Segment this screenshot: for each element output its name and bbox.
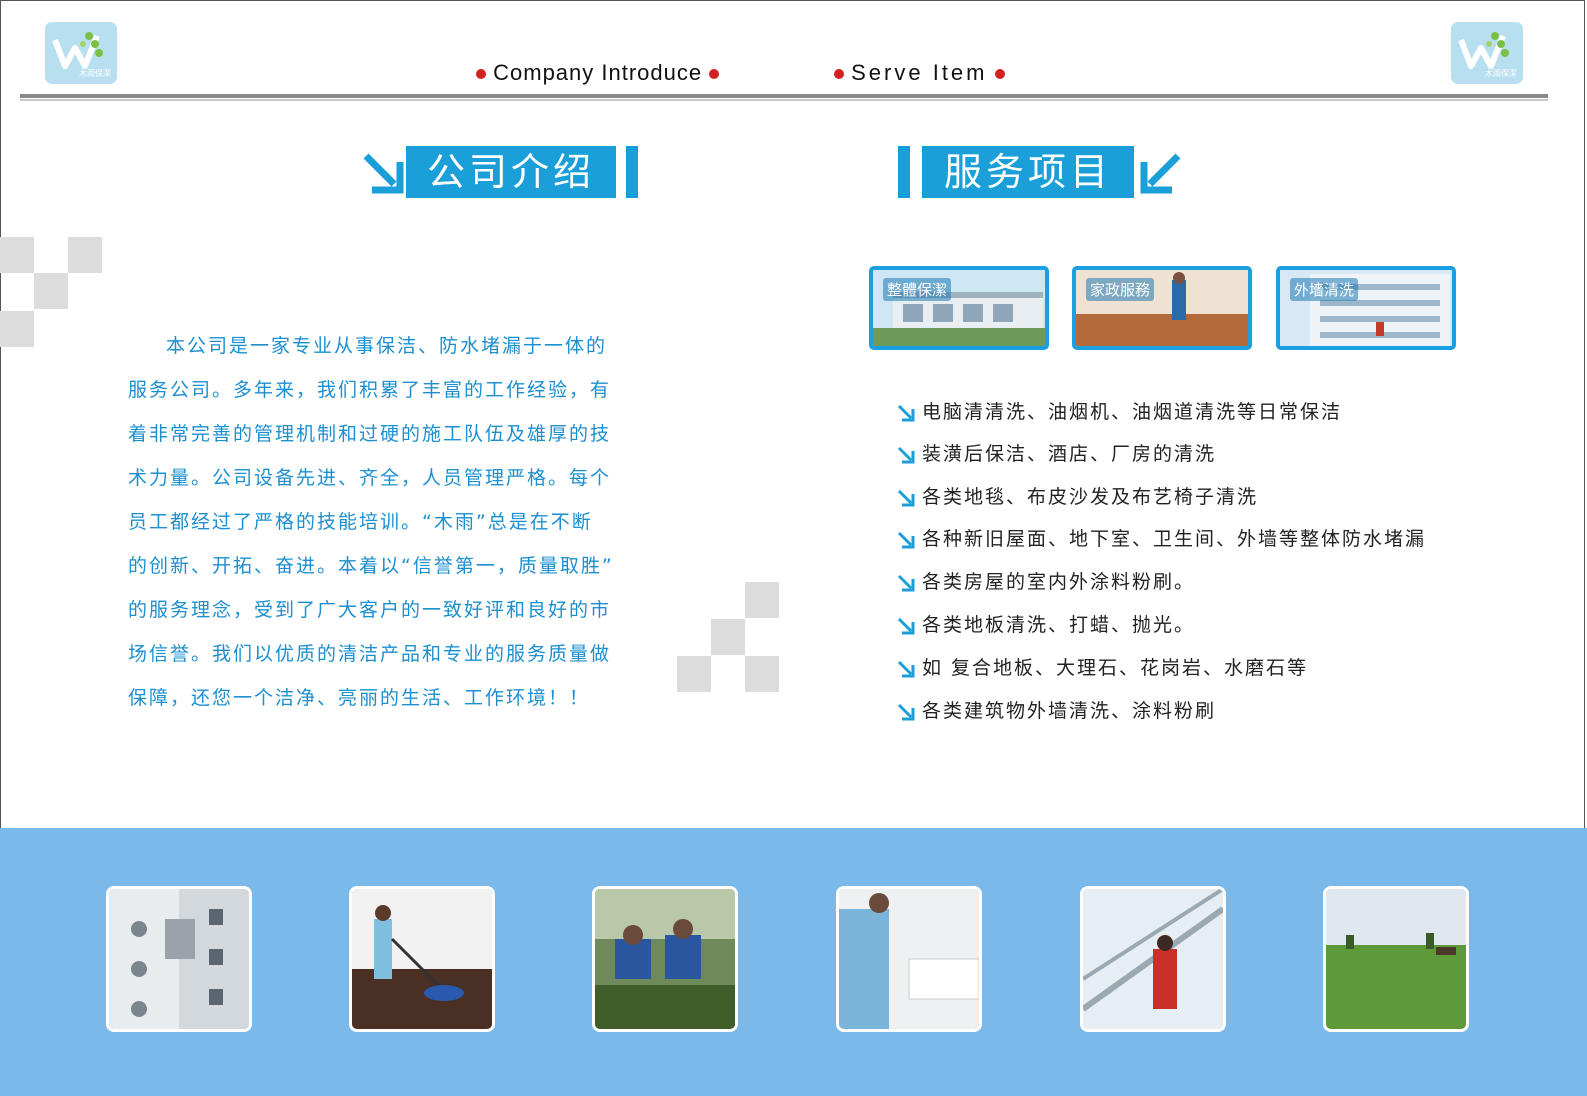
bullet-dot-icon bbox=[994, 69, 1005, 80]
intro-line: 着非常完善的管理机制和过硬的施工队伍及雄厚的技 bbox=[128, 423, 612, 445]
logo-text: 木雨保潔 bbox=[79, 69, 111, 78]
photo-lawn bbox=[1323, 886, 1469, 1032]
service-item-label: 如 复合地板、大理石、花岗岩、水磨石等 bbox=[922, 657, 1309, 679]
intro-line: 的服务理念，受到了广大客户的一致好评和良好的市 bbox=[128, 599, 612, 621]
decor-square bbox=[745, 656, 779, 692]
intro-line: 员工都经过了严格的技能培训。“木雨”总是在不断 bbox=[128, 511, 593, 533]
service-item-label: 各类房屋的室内外涂料粉刷。 bbox=[922, 571, 1196, 593]
decor-square bbox=[677, 656, 711, 692]
decor-square bbox=[745, 582, 779, 618]
service-item: 如 复合地板、大理石、花岗岩、水磨石等 bbox=[896, 653, 1308, 680]
decor-square bbox=[68, 237, 102, 273]
heading-bar bbox=[898, 146, 910, 198]
heading-services: 服务项目 bbox=[922, 146, 1134, 198]
arrow-down-right-icon bbox=[897, 404, 915, 421]
arrow-down-right-icon bbox=[897, 489, 915, 506]
header-divider-shadow bbox=[20, 99, 1548, 101]
service-item-label: 各类建筑物外墙清洗、涂料粉刷 bbox=[922, 700, 1217, 722]
nav-label: Serve Item bbox=[851, 60, 988, 85]
photo-interior-cleaning bbox=[836, 886, 982, 1032]
heading-bar bbox=[626, 146, 638, 198]
service-item-label: 装潢后保洁、酒店、厂房的清洗 bbox=[922, 443, 1217, 465]
decor-square bbox=[711, 619, 745, 655]
photo-building-exterior bbox=[106, 886, 252, 1032]
arrow-down-right-icon bbox=[897, 531, 915, 548]
service-item-label: 电脑清清洗、油烟机、油烟道清洗等日常保洁 bbox=[922, 401, 1343, 423]
service-item: 各类房屋的室内外涂料粉刷。 bbox=[896, 567, 1195, 594]
arrow-down-left-icon bbox=[1140, 153, 1181, 194]
bullet-dot-icon bbox=[476, 69, 486, 80]
arrow-down-right-icon bbox=[363, 153, 404, 194]
nav-serve-item[interactable]: Serve Item bbox=[834, 60, 1005, 86]
arrow-down-right-icon bbox=[897, 703, 915, 720]
intro-line: 保障，还您一个洁净、亮丽的生活、工作环境！！ bbox=[128, 687, 591, 709]
service-item: 各类建筑物外墙清洗、涂料粉刷 bbox=[896, 696, 1216, 723]
service-thumb-housekeeping[interactable]: 家政服務 bbox=[1072, 266, 1252, 350]
photo-stair-cleaning bbox=[1080, 886, 1226, 1032]
service-item: 各种新旧屋面、地下室、卫生间、外墙等整体防水堵漏 bbox=[896, 524, 1426, 551]
thumb-label: 整體保潔 bbox=[883, 278, 952, 301]
intro-line: 本公司是一家专业从事保洁、防水堵漏于一体的 bbox=[166, 335, 608, 357]
service-item-label: 各类地板清洗、打蜡、抛光。 bbox=[922, 614, 1196, 636]
thumb-label: 外墻清洗 bbox=[1290, 278, 1359, 301]
arrow-down-right-icon bbox=[897, 446, 915, 463]
header-divider bbox=[20, 94, 1548, 98]
arrow-down-right-icon bbox=[897, 574, 915, 591]
service-item: 各类地板清洗、打蜡、抛光。 bbox=[896, 610, 1195, 637]
decor-square bbox=[0, 237, 34, 273]
service-item-label: 各类地毯、布皮沙发及布艺椅子清洗 bbox=[922, 486, 1259, 508]
arrow-down-right-icon bbox=[897, 660, 915, 677]
heading-company-intro: 公司介绍 bbox=[406, 146, 616, 198]
intro-line: 术力量。公司设备先进、齐全，人员管理严格。每个 bbox=[128, 467, 612, 489]
service-item: 电脑清清洗、油烟机、油烟道清洗等日常保洁 bbox=[896, 397, 1342, 424]
company-intro-text: 本公司是一家专业从事保洁、防水堵漏于一体的 服务公司。多年来，我们积累了丰富的工… bbox=[128, 324, 648, 720]
bullet-dot-icon bbox=[834, 69, 844, 80]
decor-square bbox=[34, 273, 68, 309]
service-thumb-overall-cleaning[interactable]: 整體保潔 bbox=[869, 266, 1049, 350]
decor-square bbox=[0, 311, 34, 347]
arrow-down-right-icon bbox=[897, 617, 915, 634]
service-item-label: 各种新旧屋面、地下室、卫生间、外墙等整体防水堵漏 bbox=[922, 528, 1427, 550]
thumb-label: 家政服務 bbox=[1086, 278, 1155, 301]
service-thumb-exterior-wall[interactable]: 外墻清洗 bbox=[1276, 266, 1456, 350]
bullet-dot-icon bbox=[709, 69, 720, 80]
intro-line: 场信誉。我们以优质的清洁产品和专业的服务质量做 bbox=[128, 643, 612, 665]
intro-line: 服务公司。多年来，我们积累了丰富的工作经验，有 bbox=[128, 379, 612, 401]
service-item: 各类地毯、布皮沙发及布艺椅子清洗 bbox=[896, 482, 1258, 509]
logo-text: 木雨保潔 bbox=[1485, 69, 1517, 78]
nav-label: Company Introduce bbox=[493, 60, 703, 85]
nav-company-introduce[interactable]: Company Introduce bbox=[476, 60, 720, 86]
intro-line: 的创新、开拓、奋进。本着以“信誉第一，质量取胜” bbox=[128, 555, 614, 577]
photo-floor-polishing bbox=[349, 886, 495, 1032]
logo-right: 木雨保潔 bbox=[1451, 22, 1523, 84]
logo-left: 木雨保潔 bbox=[45, 22, 117, 84]
service-item: 装潢后保洁、酒店、厂房的清洗 bbox=[896, 439, 1216, 466]
photo-gardening bbox=[592, 886, 738, 1032]
